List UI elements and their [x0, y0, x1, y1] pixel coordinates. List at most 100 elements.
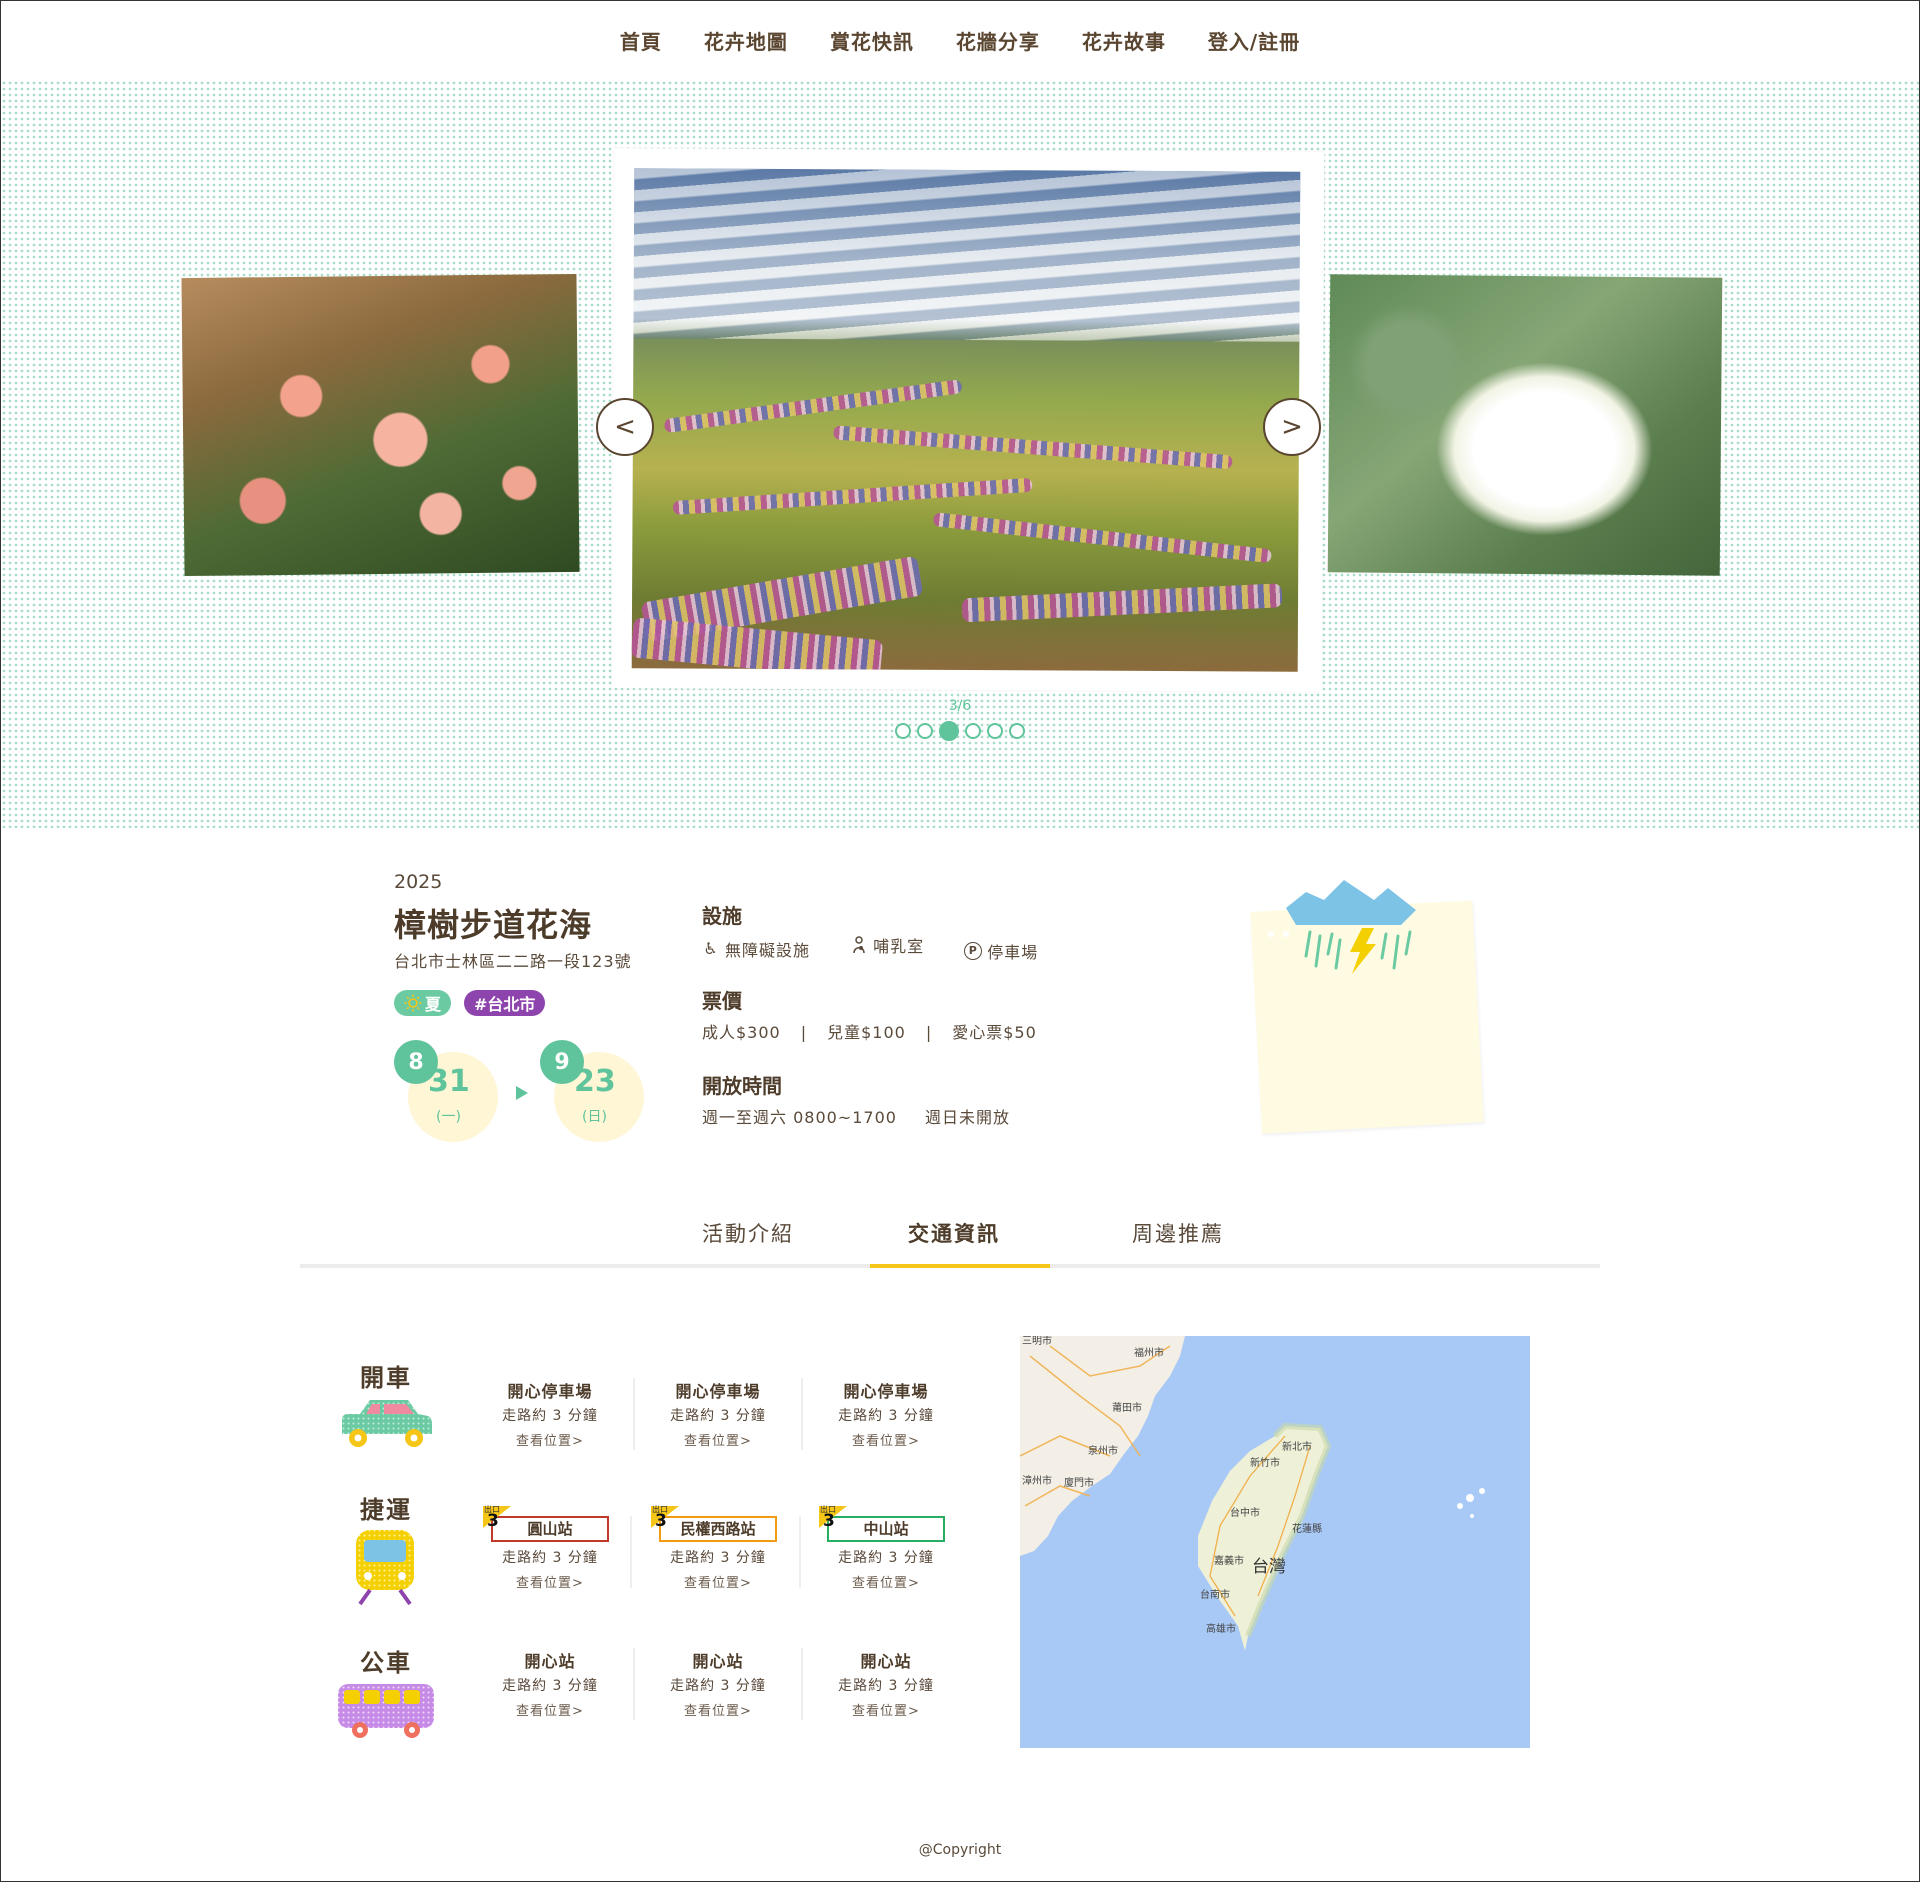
map-graphic: 福州市 莆田市 泉州市 漳州市 廈門市 三明市 新北市 新竹市 台中市 花蓮縣 …	[1020, 1336, 1485, 1651]
facility-label: 哺乳室	[873, 937, 925, 956]
ticket-child: 兒童$100	[827, 1023, 906, 1042]
event-title: 樟樹步道花海	[394, 906, 593, 944]
wheelchair-icon: ♿	[703, 939, 719, 958]
mrt-station-name: 中山站	[863, 1520, 909, 1538]
carousel-dot-1[interactable]	[895, 723, 911, 739]
map-label-taiwan: 台灣	[1252, 1557, 1286, 1577]
walk-time: 走路約 3 分鐘	[670, 1408, 766, 1424]
parking-lot-name: 開心停車場	[507, 1382, 593, 1401]
city-tag[interactable]: #台北市	[464, 990, 546, 1016]
train-icon	[356, 1530, 414, 1606]
sun-icon	[404, 994, 422, 1012]
map-label-hualian: 花蓮縣	[1292, 1522, 1322, 1535]
walk-time: 走路約 3 分鐘	[838, 1550, 934, 1566]
carousel-next-button[interactable]: >	[1263, 398, 1321, 456]
hero-carousel: < > 3/6	[1, 80, 1919, 828]
location-map[interactable]: 福州市 莆田市 泉州市 漳州市 廈門市 三明市 新北市 新竹市 台中市 花蓮縣 …	[1020, 1336, 1530, 1748]
mrt-station-badge[interactable]: 出口 3 圓山站	[483, 1505, 609, 1542]
active-tab-indicator	[870, 1264, 1050, 1268]
facilities-heading: 設施	[702, 904, 742, 928]
ticket-adult: 成人$300	[702, 1023, 781, 1042]
view-location-link[interactable]: 查看位置>	[802, 1572, 970, 1591]
bus-stop-3: 開心站 走路約 3 分鐘 查看位置>	[802, 1648, 970, 1719]
facility-nursing-room: 哺乳室	[850, 933, 924, 957]
parking-lot-name: 開心停車場	[843, 1382, 929, 1401]
facilities-list: ♿ 無障礙設施 哺乳室 P 停車場	[702, 933, 1072, 963]
opening-hours: 週一至週六 0800~1700 週日未開放	[702, 1104, 1010, 1128]
map-label-tainan: 台南市	[1200, 1588, 1230, 1601]
parking-lot-name: 開心停車場	[675, 1382, 761, 1401]
exit-flag-icon: 出口 3	[483, 1505, 511, 1530]
start-date: 8 31 (一)	[394, 1040, 498, 1142]
season-tag-label: 夏	[425, 995, 442, 1014]
mrt-station-badge[interactable]: 出口 3 中山站	[819, 1505, 945, 1542]
mrt-station-badge[interactable]: 出口 3 民權西路站	[651, 1505, 777, 1542]
walk-time: 走路約 3 分鐘	[838, 1408, 934, 1424]
view-location-link[interactable]: 查看位置>	[466, 1572, 634, 1591]
ticket-separator: |	[800, 1023, 808, 1042]
view-location-link[interactable]: 查看位置>	[802, 1700, 970, 1719]
ticket-concession: 愛心票$50	[952, 1023, 1037, 1042]
bus-stop-name: 開心站	[524, 1652, 576, 1671]
end-date: 9 23 (日)	[540, 1040, 644, 1142]
map-label-jiayi: 嘉義市	[1214, 1554, 1244, 1567]
carousel-dot-6[interactable]	[1009, 723, 1025, 739]
facility-accessible: ♿ 無障礙設施	[702, 937, 810, 961]
nav-flower-map[interactable]: 花卉地圖	[704, 26, 788, 55]
season-tag[interactable]: 夏	[394, 990, 452, 1016]
carousel-dot-3[interactable]	[939, 721, 959, 741]
view-location-link[interactable]: 查看位置>	[466, 1430, 634, 1449]
hours-heading: 開放時間	[702, 1074, 782, 1098]
parking-lot-1: 開心停車場 走路約 3 分鐘 查看位置>	[466, 1378, 634, 1449]
nav-login-register[interactable]: 登入/註冊	[1208, 26, 1300, 55]
carousel-slide-prev-image[interactable]	[181, 273, 580, 577]
ticket-heading: 票價	[702, 989, 742, 1013]
map-label-sanming: 三明市	[1022, 1336, 1052, 1347]
content-tabs: 活動介紹 交通資訊 周邊推薦	[300, 1204, 1600, 1268]
mrt-label: 捷運	[360, 1496, 412, 1524]
nav-flower-news[interactable]: 賞花快訊	[830, 26, 914, 55]
hours-weekend: 週日未開放	[925, 1108, 1011, 1127]
car-label: 開車	[360, 1364, 412, 1392]
event-address: 台北市士林區二二路一段123號	[394, 952, 632, 971]
carousel-slide-next-image[interactable]	[1327, 274, 1723, 576]
view-location-link[interactable]: 查看位置>	[466, 1700, 634, 1719]
map-label-fuzhou: 福州市	[1134, 1346, 1164, 1359]
main-nav: 首頁 花卉地圖 賞花快訊 花牆分享 花卉故事 登入/註冊	[0, 0, 1920, 80]
carousel-pager-text: 3/6	[948, 698, 972, 714]
bus-stop-1: 開心站 走路約 3 分鐘 查看位置>	[466, 1648, 634, 1719]
carousel-dots	[1, 721, 1919, 741]
mrt-station-3: 出口 3 中山站 走路約 3 分鐘 查看位置>	[802, 1505, 970, 1591]
end-weekday: (日)	[582, 1109, 607, 1125]
facility-parking: P 停車場	[964, 939, 1038, 963]
nav-flower-stories[interactable]: 花卉故事	[1082, 26, 1166, 55]
bus-stop-2: 開心站 走路約 3 分鐘 查看位置>	[634, 1648, 802, 1719]
mrt-station-name: 圓山站	[527, 1520, 573, 1538]
nav-flower-wall[interactable]: 花牆分享	[956, 26, 1040, 55]
map-label-putian: 莆田市	[1112, 1401, 1142, 1414]
carousel-dot-5[interactable]	[987, 723, 1003, 739]
view-location-link[interactable]: 查看位置>	[634, 1430, 802, 1449]
hours-weekday: 週一至週六 0800~1700	[702, 1108, 897, 1127]
divider	[799, 1516, 801, 1588]
nav-home[interactable]: 首頁	[620, 26, 662, 55]
carousel-prev-button[interactable]: <	[596, 398, 654, 456]
walk-time: 走路約 3 分鐘	[670, 1678, 766, 1694]
tab-transport-info[interactable]: 交通資訊	[908, 1218, 1000, 1248]
view-location-link[interactable]: 查看位置>	[634, 1700, 802, 1719]
view-location-link[interactable]: 查看位置>	[802, 1430, 970, 1449]
tab-nearby-recommendations[interactable]: 周邊推薦	[1132, 1218, 1224, 1248]
view-location-link[interactable]: 查看位置>	[634, 1572, 802, 1591]
bus-stop-name: 開心站	[860, 1652, 912, 1671]
carousel-slide-current	[611, 148, 1325, 692]
exit-flag-icon: 出口 3	[651, 1505, 679, 1530]
carousel-dot-2[interactable]	[917, 723, 933, 739]
parking-lot-3: 開心停車場 走路約 3 分鐘 查看位置>	[802, 1378, 970, 1449]
map-label-xinzhu: 新竹市	[1250, 1456, 1280, 1469]
carousel-current-image	[631, 168, 1301, 672]
mrt-station-name: 民權西路站	[680, 1520, 756, 1538]
carousel-dot-4[interactable]	[965, 723, 981, 739]
tab-event-intro[interactable]: 活動介紹	[702, 1218, 794, 1248]
map-label-xiamen: 廈門市	[1064, 1476, 1094, 1489]
divider	[630, 1516, 632, 1588]
